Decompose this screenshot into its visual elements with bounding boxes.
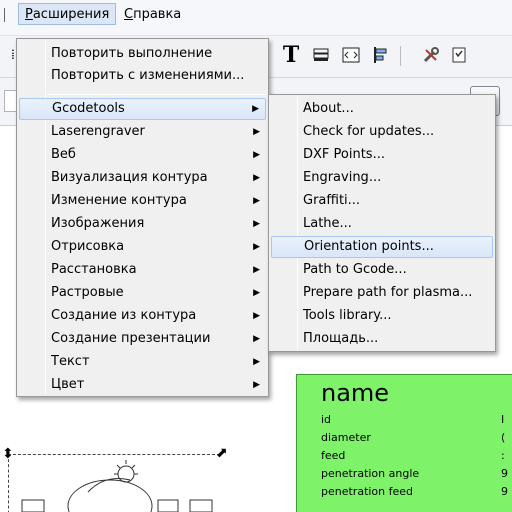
submenu-item-prepare-plasma[interactable]: Prepare path for plasma... [271, 282, 493, 304]
submenu-item-about-label: About... [303, 101, 354, 116]
submenu-item-path-to-gcode-label: Path to Gcode... [303, 262, 407, 277]
tool-table-label-diameter: diameter [321, 431, 371, 444]
submenu-arrow-icon: ▶ [253, 242, 260, 252]
menu-item-presentation[interactable]: Создание презентации ▶ [19, 328, 266, 350]
menu-extensions-accel: Р [25, 7, 33, 22]
submenu-arrow-icon: ▶ [253, 265, 260, 275]
gcodetools-submenu: About... Check for updates... DXF Points… [268, 94, 496, 352]
menu-item-laserengraver-label: Laserengraver [51, 124, 145, 139]
menu-item-web[interactable]: Веб ▶ [19, 144, 266, 166]
tool-table-value-id: I [501, 413, 505, 426]
submenu-item-engraving-label: Engraving... [303, 170, 382, 185]
submenu-item-area[interactable]: Площадь... [271, 328, 493, 350]
menu-item-render[interactable]: Отрисовка ▶ [19, 236, 266, 258]
submenu-item-prepare-plasma-label: Prepare path for plasma... [303, 285, 473, 300]
menu-item-modify-path[interactable]: Изменение контура ▶ [19, 190, 266, 212]
submenu-item-dxf-points[interactable]: DXF Points... [271, 144, 493, 166]
submenu-item-graffiti[interactable]: Graffiti... [271, 190, 493, 212]
text-tool-icon[interactable]: T [280, 42, 302, 68]
menu-item-color[interactable]: Цвет ▶ [19, 374, 266, 396]
tool-table-label-penetration-angle: penetration angle [321, 467, 420, 480]
menu-item-presentation-label: Создание презентации [51, 331, 211, 346]
menu-item-path-visualization-label: Визуализация контура [51, 170, 208, 185]
submenu-item-tools-library[interactable]: Tools library... [271, 305, 493, 327]
menubar: Расширения Справка [0, 0, 512, 36]
selected-drawing[interactable] [10, 456, 218, 512]
align-distribute-icon[interactable] [370, 44, 392, 66]
submenu-item-check-updates[interactable]: Check for updates... [271, 121, 493, 143]
submenu-arrow-icon: ▶ [253, 127, 260, 137]
menu-item-raster-label: Растровые [51, 285, 124, 300]
menu-item-laserengraver[interactable]: Laserengraver ▶ [19, 121, 266, 143]
extensions-menu: Повторить выполнение Повторить с изменен… [16, 38, 269, 397]
menu-item-generate-from-path[interactable]: Создание из контура ▶ [19, 305, 266, 327]
tool-table-label-id: id [321, 413, 332, 426]
submenu-arrow-icon: ▶ [253, 173, 260, 183]
document-properties-icon[interactable] [448, 44, 470, 66]
toolbar-separator [400, 46, 401, 66]
menu-item-arrange-label: Расстановка [51, 262, 137, 277]
submenu-item-about[interactable]: About... [271, 98, 493, 120]
menu-item-repeat-with-changes-label: Повторить с изменениями... [51, 68, 245, 83]
menu-separator [47, 94, 266, 95]
menu-extensions[interactable]: Расширения [18, 3, 117, 25]
submenu-arrow-icon: ▶ [253, 334, 260, 344]
tool-table-value-diameter: ( [501, 431, 506, 444]
submenu-item-orientation-points[interactable]: Orientation points... [271, 236, 493, 258]
submenu-arrow-icon: ▶ [253, 219, 260, 229]
menu-extensions-label: асширения [32, 7, 110, 22]
tool-table-label-penetration-feed: penetration feed [321, 485, 414, 498]
submenu-item-engraving[interactable]: Engraving... [271, 167, 493, 189]
text-tool-glyph: T [282, 42, 300, 68]
submenu-item-check-updates-label: Check for updates... [303, 124, 435, 139]
submenu-item-path-to-gcode[interactable]: Path to Gcode... [271, 259, 493, 281]
menu-item-text-label: Текст [51, 354, 90, 369]
menu-help-label: правка [133, 7, 182, 22]
submenu-arrow-icon: ▶ [253, 311, 260, 321]
menu-item-raster[interactable]: Растровые ▶ [19, 282, 266, 304]
tool-settings-icon[interactable] [420, 44, 442, 66]
submenu-item-tools-library-label: Tools library... [303, 308, 392, 323]
tool-table-label-feed: feed [321, 449, 346, 462]
tool-table-value-penetration-feed: 9 [501, 485, 508, 498]
submenu-item-lathe[interactable]: Lathe... [271, 213, 493, 235]
layers-icon[interactable] [310, 44, 332, 66]
menu-item-modify-path-label: Изменение контура [51, 193, 187, 208]
tool-table-value-penetration-angle: 9 [501, 467, 508, 480]
submenu-arrow-icon: ▶ [253, 150, 260, 160]
menu-help-accel: С [124, 7, 134, 22]
tool-table-title: name [321, 379, 390, 407]
menu-item-repeat[interactable]: Повторить выполнение [19, 43, 266, 65]
menu-item-images[interactable]: Изображения ▶ [19, 213, 266, 235]
submenu-arrow-icon: ▶ [253, 196, 260, 206]
submenu-arrow-icon: ▶ [252, 104, 259, 114]
menu-item-color-label: Цвет [51, 377, 85, 392]
menu-item-images-label: Изображения [51, 216, 145, 231]
tool-table-value-feed: : [501, 449, 505, 462]
menu-item-path-visualization[interactable]: Визуализация контура ▶ [19, 167, 266, 189]
menu-help[interactable]: Справка [117, 3, 188, 25]
menubar-separator [4, 8, 8, 22]
submenu-item-graffiti-label: Graffiti... [303, 193, 361, 208]
menu-item-gcodetools-label: Gcodetools [52, 101, 125, 116]
submenu-arrow-icon: ▶ [253, 357, 260, 367]
submenu-item-lathe-label: Lathe... [303, 216, 352, 231]
menu-item-web-label: Веб [51, 147, 76, 162]
submenu-item-dxf-points-label: DXF Points... [303, 147, 385, 162]
menu-item-generate-from-path-label: Создание из контура [51, 308, 197, 323]
menu-item-arrange[interactable]: Расстановка ▶ [19, 259, 266, 281]
submenu-arrow-icon: ▶ [253, 288, 260, 298]
xml-editor-icon[interactable] [340, 44, 362, 66]
menu-item-repeat-with-changes[interactable]: Повторить с изменениями... [19, 65, 266, 87]
menu-item-render-label: Отрисовка [51, 239, 125, 254]
menu-item-repeat-label: Повторить выполнение [51, 46, 213, 61]
tool-table-object[interactable]: name id diameter feed penetration angle … [296, 374, 512, 512]
submenu-item-area-label: Площадь... [303, 331, 379, 346]
submenu-arrow-icon: ▶ [253, 380, 260, 390]
submenu-item-orientation-points-label: Orientation points... [304, 239, 434, 254]
menu-item-text[interactable]: Текст ▶ [19, 351, 266, 373]
menu-item-gcodetools[interactable]: Gcodetools ▶ [19, 98, 266, 120]
